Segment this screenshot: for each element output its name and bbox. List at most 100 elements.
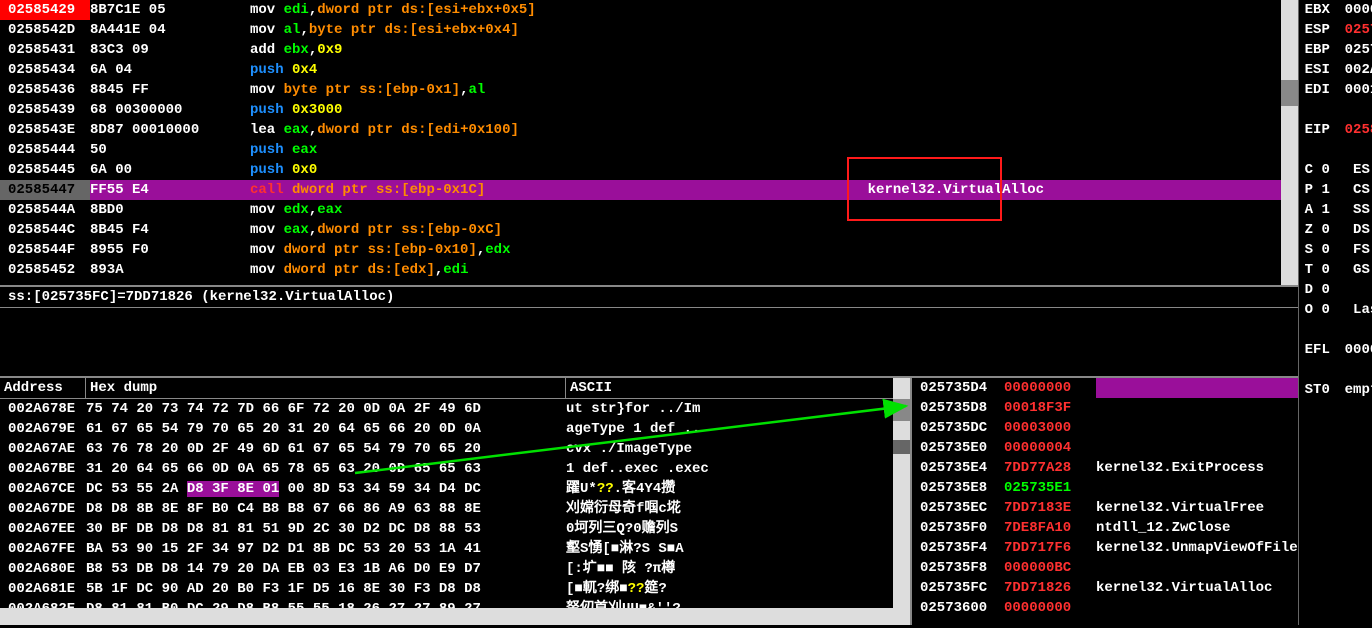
register-row: ESP025735D4: [1299, 20, 1372, 40]
disasm-address: 0258544A: [0, 200, 90, 220]
disasm-comment: [868, 220, 1298, 240]
disasm-row[interactable]: 025854298B7C1E 05mov edi,dword ptr ds:[e…: [0, 0, 1298, 20]
register-row: ST0empty 0.0: [1299, 380, 1372, 400]
disassembly-pane[interactable]: 025854298B7C1E 05mov edi,dword ptr ds:[e…: [0, 0, 1298, 286]
hex-address: 002A67BE: [0, 459, 86, 479]
disasm-bytes: FF55 E4: [90, 180, 250, 200]
stack-pane[interactable]: 025735D400000000025735D800018F3F025735DC…: [912, 378, 1298, 625]
hex-bytes: 75 74 20 73 74 72 7D 66 6F 72 20 0D 0A 2…: [86, 399, 566, 419]
hex-row[interactable]: 002A679E61 67 65 54 79 70 65 20 31 20 64…: [0, 419, 910, 439]
stack-row[interactable]: 025735E47DD77A28kernel32.ExitProcess: [912, 458, 1298, 478]
stack-address: 025735D8: [912, 398, 1004, 418]
disasm-row[interactable]: 0258544F8955 F0mov dword ptr ss:[ebp-0x1…: [0, 240, 1298, 260]
registers-pane[interactable]: EBX000067D7ESP025735D4EBP02573618ESI002A…: [1298, 0, 1372, 625]
stack-row[interactable]: 025735F07DE8FA10ntdll_12.ZwClose: [912, 518, 1298, 538]
disasm-row[interactable]: 02585452893Amov dword ptr ds:[edx],edi: [0, 260, 1298, 280]
hex-row[interactable]: 002A67CEDC 53 55 2A D8 3F 8E 01 00 8D 53…: [0, 479, 910, 499]
disasm-row[interactable]: 025854368845 FFmov byte ptr ss:[ebp-0x1]…: [0, 80, 1298, 100]
disasm-scrollbar[interactable]: [1281, 0, 1298, 285]
disasm-address: 02585436: [0, 80, 90, 100]
disasm-bytes: 83C3 09: [90, 40, 250, 60]
hex-bytes: 31 20 64 65 66 0D 0A 65 78 65 63 20 0D 6…: [86, 459, 566, 479]
disasm-comment: [868, 0, 1298, 20]
disasm-instruction: mov al,byte ptr ds:[esi+ebx+0x4]: [250, 20, 868, 40]
register-row: EBP02573618: [1299, 40, 1372, 60]
register-name: EFL: [1305, 340, 1345, 360]
stack-row[interactable]: 025735E8025735E1: [912, 478, 1298, 498]
stack-row[interactable]: 025735EC7DD7183Ekernel32.VirtualFree: [912, 498, 1298, 518]
register-value: 02585447: [1345, 120, 1372, 140]
disasm-bytes: 8B7C1E 05: [90, 0, 250, 20]
stack-value: 7DE8FA10: [1004, 518, 1096, 538]
disasm-row[interactable]: 0258543968 00300000push 0x3000: [0, 100, 1298, 120]
register-row: [1299, 360, 1372, 380]
disasm-row[interactable]: 025854456A 00push 0x0: [0, 160, 1298, 180]
register-name: S 0: [1305, 240, 1345, 260]
hex-address: 002A679E: [0, 419, 86, 439]
stack-address: 025735E4: [912, 458, 1004, 478]
disasm-row[interactable]: 0258543E8D87 00010000lea eax,dword ptr d…: [0, 120, 1298, 140]
hex-header-ascii: ASCII: [566, 378, 736, 398]
hex-address: 002A67FE: [0, 539, 86, 559]
disasm-row[interactable]: 025854346A 04push 0x4: [0, 60, 1298, 80]
register-name: EIP: [1305, 120, 1345, 140]
stack-row[interactable]: 025735D800018F3F: [912, 398, 1298, 418]
hex-row[interactable]: 002A67BE31 20 64 65 66 0D 0A 65 78 65 63…: [0, 459, 910, 479]
hex-address: 002A678E: [0, 399, 86, 419]
register-row: EBX000067D7: [1299, 0, 1372, 20]
stack-row[interactable]: 025735F8000000BC: [912, 558, 1298, 578]
hex-bytes: D8 D8 8B 8E 8F B0 C4 B8 B8 67 66 86 A9 6…: [86, 499, 566, 519]
stack-row[interactable]: 025735E000000004: [912, 438, 1298, 458]
register-row: [1299, 100, 1372, 120]
disasm-comment: [868, 120, 1298, 140]
hex-header-hex: Hex dump: [86, 378, 566, 398]
hex-row[interactable]: 002A67AE63 76 78 20 0D 2F 49 6D 61 67 65…: [0, 439, 910, 459]
disasm-instruction: mov dword ptr ds:[edx],edi: [250, 260, 868, 280]
disasm-row[interactable]: 0258544A8BD0mov edx,eax: [0, 200, 1298, 220]
hex-bytes: 5B 1F DC 90 AD 20 B0 F3 1F D5 16 8E 30 F…: [86, 579, 566, 599]
stack-address: 02573600: [912, 598, 1004, 618]
register-value: DS 002B 32: [1345, 220, 1372, 240]
hex-row[interactable]: 002A681E5B 1F DC 90 AD 20 B0 F3 1F D5 16…: [0, 579, 910, 599]
stack-row[interactable]: 0257360000000000: [912, 598, 1298, 618]
register-name: Z 0: [1305, 220, 1345, 240]
hex-row[interactable]: 002A67EE30 BF DB D8 D8 81 81 51 9D 2C 30…: [0, 519, 910, 539]
register-value: LastErr ER: [1345, 300, 1372, 320]
hex-bytes: B8 53 DB D8 14 79 20 DA EB 03 E3 1B A6 D…: [86, 559, 566, 579]
hex-hscrollbar[interactable]: [0, 608, 910, 625]
register-name: EDI: [1305, 80, 1345, 100]
stack-row[interactable]: 025735D400000000: [912, 378, 1298, 398]
stack-address: 025735DC: [912, 418, 1004, 438]
register-value: 00018E3F: [1345, 80, 1372, 100]
disasm-row[interactable]: 02585447FF55 E4call dword ptr ss:[ebp-0x…: [0, 180, 1298, 200]
hex-ascii: 刈嫦衍母奇f啯c埖: [566, 499, 910, 519]
register-row: T 0 GS 002B 32: [1299, 260, 1372, 280]
stack-row[interactable]: 025735DC00003000: [912, 418, 1298, 438]
hex-row[interactable]: 002A680EB8 53 DB D8 14 79 20 DA EB 03 E3…: [0, 559, 910, 579]
disasm-bytes: 8D87 00010000: [90, 120, 250, 140]
hex-dump-pane[interactable]: Address Hex dump ASCII 002A678E75 74 20 …: [0, 378, 912, 625]
register-value: FS 0053 32: [1345, 240, 1372, 260]
stack-value: 000000BC: [1004, 558, 1096, 578]
stack-comment: [1096, 398, 1298, 418]
hex-bytes: 30 BF DB D8 D8 81 81 51 9D 2C 30 D2 DC D…: [86, 519, 566, 539]
hex-row[interactable]: 002A678E75 74 20 73 74 72 7D 66 6F 72 20…: [0, 399, 910, 419]
disasm-row[interactable]: 0258542D8A441E 04mov al,byte ptr ds:[esi…: [0, 20, 1298, 40]
disasm-row[interactable]: 0258544C8B45 F4mov eax,dword ptr ss:[ebp…: [0, 220, 1298, 240]
disasm-comment: [868, 160, 1298, 180]
hex-row[interactable]: 002A67FEBA 53 90 15 2F 34 97 D2 D1 8B DC…: [0, 539, 910, 559]
stack-comment: kernel32.ExitProcess: [1096, 458, 1298, 478]
disasm-address: 0258544C: [0, 220, 90, 240]
disasm-row[interactable]: 0258544450push eax: [0, 140, 1298, 160]
hex-row[interactable]: 002A67DED8 D8 8B 8E 8F B0 C4 B8 B8 67 66…: [0, 499, 910, 519]
hex-ascii: ut str}for ../Im: [566, 399, 910, 419]
disasm-row[interactable]: 0258543183C3 09add ebx,0x9: [0, 40, 1298, 60]
hex-scrollbar[interactable]: [893, 378, 910, 625]
stack-address: 025735D4: [912, 378, 1004, 398]
register-row: EFL00000216 (N: [1299, 340, 1372, 360]
register-name: O 0: [1305, 300, 1345, 320]
disasm-address: 02585439: [0, 100, 90, 120]
stack-row[interactable]: 025735FC7DD71826kernel32.VirtualAlloc: [912, 578, 1298, 598]
stack-row[interactable]: 025735F47DD717F6kernel32.UnmapViewOfFile: [912, 538, 1298, 558]
disasm-comment: [868, 20, 1298, 40]
